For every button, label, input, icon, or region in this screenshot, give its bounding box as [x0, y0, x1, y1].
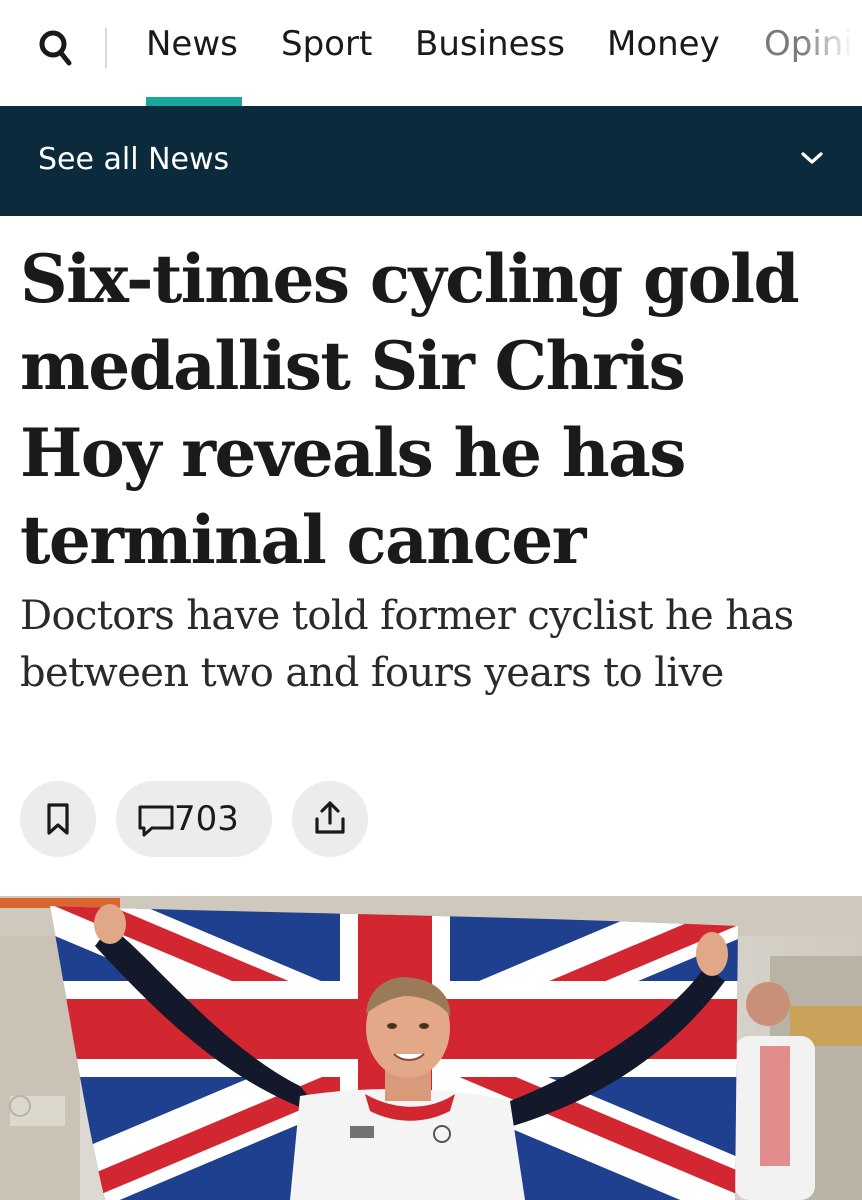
hero-image: [0, 896, 862, 1200]
search-icon: [39, 30, 72, 66]
comments-button[interactable]: 703: [116, 781, 272, 857]
save-button[interactable]: [20, 781, 96, 857]
comment-icon: [138, 805, 174, 837]
see-all-news-label: See all News: [38, 142, 230, 177]
bookmark-icon: [47, 803, 69, 835]
nav-item-business[interactable]: Business: [415, 24, 565, 64]
article-standfirst: Doctors have told former cyclist he has …: [20, 593, 794, 696]
nav-divider: [105, 28, 107, 68]
chevron-down-icon: [801, 152, 823, 164]
nav-item-opinion[interactable]: Opinion: [764, 24, 862, 64]
active-tab-indicator: [146, 97, 242, 106]
nav-item-sport[interactable]: Sport: [281, 24, 372, 64]
see-all-news-bar[interactable]: See all News: [0, 106, 862, 216]
share-icon: [315, 801, 345, 834]
share-button[interactable]: [292, 781, 368, 857]
comment-count: 703: [174, 799, 239, 839]
nav-item-news[interactable]: News: [146, 24, 238, 64]
top-navigation: News Sport Business Money Opinion: [0, 0, 862, 106]
article-headline: Six-times cycling gold medallist Sir Chr…: [20, 240, 800, 579]
search-button[interactable]: [36, 26, 76, 70]
nav-item-money[interactable]: Money: [607, 24, 720, 64]
hero-photo: [0, 896, 862, 1200]
